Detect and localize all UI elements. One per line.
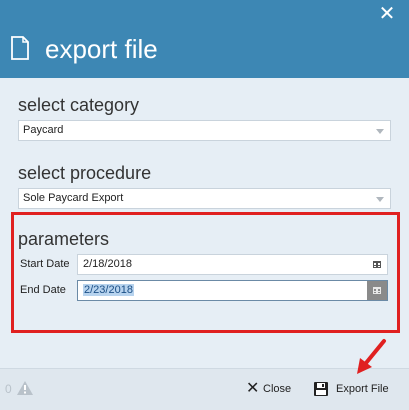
procedure-label: select procedure <box>18 163 152 183</box>
category-select[interactable]: Paycard <box>18 120 391 141</box>
dropdown-arrow-icon <box>376 129 384 134</box>
end-date-calendar-button[interactable] <box>367 281 387 300</box>
export-file-button[interactable]: Export File <box>313 379 395 399</box>
dialog-title: export file <box>45 34 158 64</box>
file-icon <box>11 36 29 60</box>
start-date-input[interactable]: 2/18/2018 <box>77 254 388 275</box>
export-file-button-label: Export File <box>336 383 389 395</box>
close-icon[interactable]: ✕ <box>377 4 397 24</box>
close-icon: ✕ <box>246 380 260 397</box>
start-date-label: Start Date <box>20 258 70 270</box>
procedure-select-value: Sole Paycard Export <box>23 192 124 204</box>
dialog-header: ✕ export file <box>0 0 409 78</box>
end-date-label: End Date <box>20 284 66 296</box>
save-icon <box>314 382 328 396</box>
close-button[interactable]: ✕ Close <box>246 379 296 399</box>
start-date-value: 2/18/2018 <box>83 258 132 270</box>
calendar-icon <box>373 287 381 294</box>
warning-count: 0 <box>5 382 12 396</box>
warning-icon[interactable] <box>16 380 34 396</box>
end-date-input[interactable]: 2/23/2018 <box>77 280 388 301</box>
end-date-value: 2/23/2018 <box>83 284 134 296</box>
procedure-select[interactable]: Sole Paycard Export <box>18 188 391 209</box>
export-file-dialog: ✕ export file select category Paycard se… <box>0 0 409 410</box>
parameters-heading: parameters <box>18 229 110 249</box>
red-arrow-annotation <box>357 339 386 374</box>
category-label: select category <box>18 95 140 115</box>
category-select-value: Paycard <box>23 124 64 136</box>
dialog-footer: 0 ✕ Close Export File <box>0 368 409 410</box>
calendar-icon <box>373 261 381 268</box>
start-date-calendar-button[interactable] <box>367 255 387 274</box>
close-button-label: Close <box>263 383 292 395</box>
dropdown-arrow-icon <box>376 197 384 202</box>
